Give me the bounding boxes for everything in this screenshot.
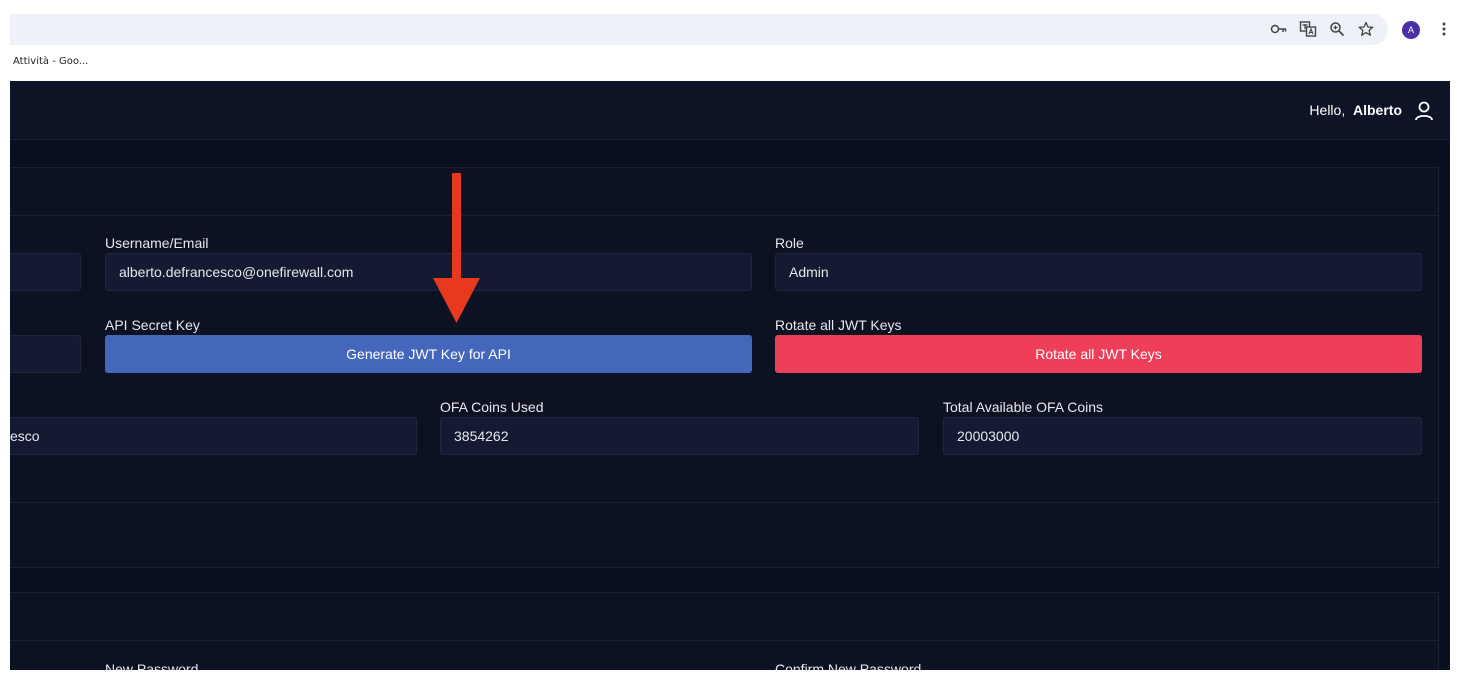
- new-password-label: New Password: [105, 661, 199, 670]
- account-card-header: [10, 168, 1438, 216]
- first-field-partial[interactable]: [10, 253, 81, 291]
- generate-jwt-button[interactable]: Generate JWT Key for API: [105, 335, 752, 373]
- user-icon[interactable]: [1414, 100, 1434, 122]
- second-field-partial[interactable]: [10, 335, 81, 373]
- kebab-menu-icon[interactable]: [1434, 19, 1454, 39]
- avatar-letter: A: [1407, 25, 1414, 35]
- key-icon[interactable]: [1269, 19, 1289, 39]
- coins-used-field[interactable]: 3854262: [440, 417, 919, 455]
- greeting-text: Hello,: [1309, 102, 1346, 118]
- password-card-header: [10, 593, 1438, 641]
- account-card-footer: [10, 502, 1438, 503]
- rotate-keys-label: Rotate all JWT Keys: [775, 317, 902, 333]
- password-card: New Password Confirm New Password: [10, 592, 1439, 670]
- username-label: Username/Email: [105, 235, 209, 251]
- star-icon[interactable]: [1356, 19, 1376, 39]
- annotation-arrow: [433, 173, 480, 323]
- translate-icon[interactable]: [1298, 19, 1318, 39]
- top-navbar: Hello, Alberto: [10, 81, 1450, 140]
- coins-total-field[interactable]: 20003000: [943, 417, 1422, 455]
- confirm-password-label: Confirm New Password: [775, 661, 922, 670]
- user-name: Alberto: [1353, 102, 1402, 118]
- username-field[interactable]: alberto.defrancesco@onefirewall.com: [105, 253, 752, 291]
- api-key-label: API Secret Key: [105, 317, 200, 333]
- role-field[interactable]: Admin: [775, 253, 1422, 291]
- surname-field[interactable]: esco: [10, 417, 417, 455]
- app-viewport: Hello, Alberto Username/Email alberto.de…: [10, 81, 1450, 670]
- zoom-icon[interactable]: [1327, 19, 1347, 39]
- profile-avatar[interactable]: A: [1402, 21, 1420, 39]
- user-greeting: Hello, Alberto: [1309, 102, 1402, 118]
- coins-total-label: Total Available OFA Coins: [943, 399, 1104, 415]
- address-bar[interactable]: [10, 14, 1388, 45]
- bookmark-item[interactable]: Attività - Goo...: [13, 56, 88, 67]
- account-card: Username/Email alberto.defrancesco@onefi…: [10, 167, 1439, 568]
- role-label: Role: [775, 235, 804, 251]
- coins-used-label: OFA Coins Used: [440, 399, 544, 415]
- rotate-jwt-button[interactable]: Rotate all JWT Keys: [775, 335, 1422, 373]
